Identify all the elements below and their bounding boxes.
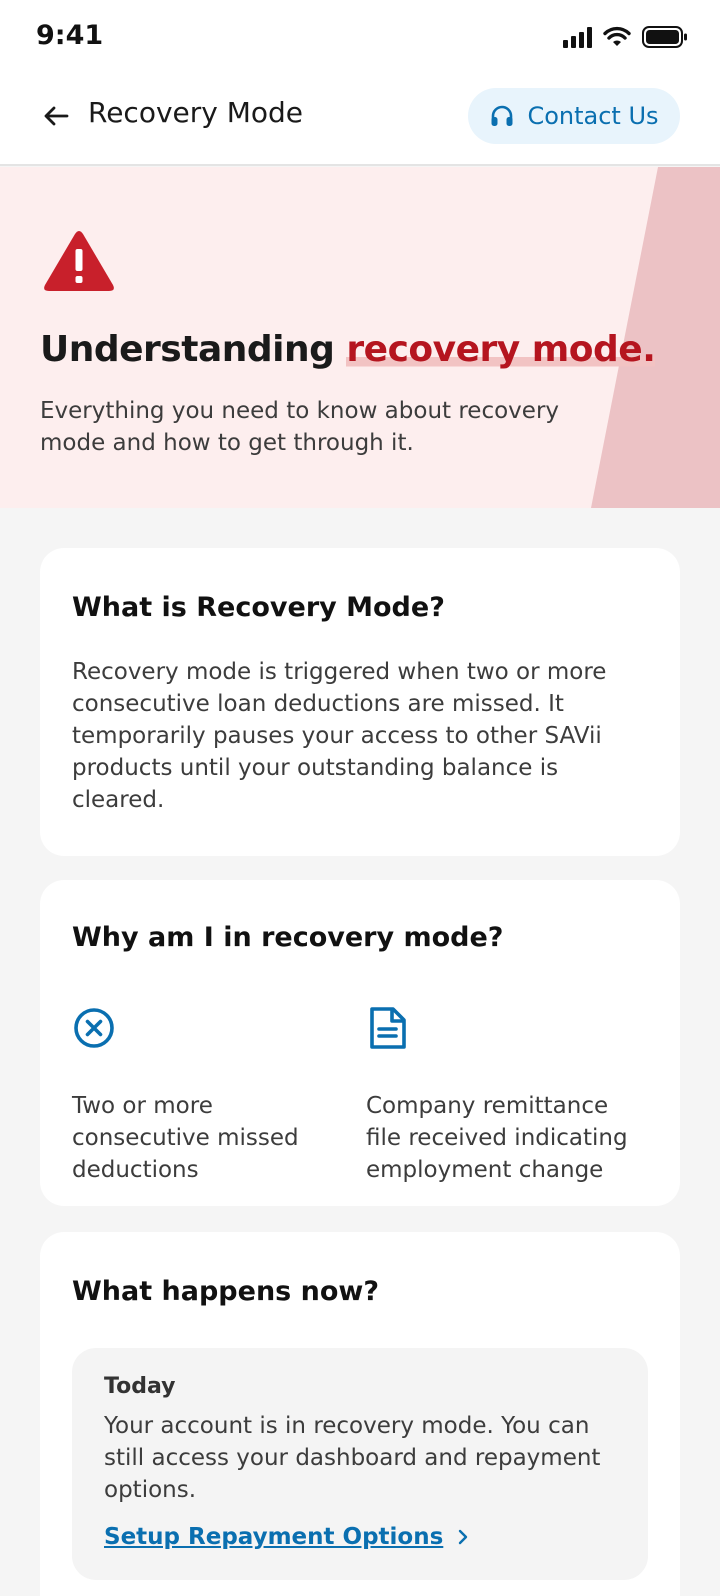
warning-icon: [44, 231, 114, 291]
hero-banner: Understanding recovery mode. Everything …: [0, 167, 720, 508]
status-icons: [563, 25, 688, 49]
contact-us-label: Contact Us: [527, 102, 659, 130]
back-button[interactable]: [38, 98, 74, 134]
headset-icon: [491, 105, 513, 126]
what-is-body: Recovery mode is triggered when two or m…: [72, 659, 607, 813]
why-title: Why am I in recovery mode?: [72, 922, 504, 953]
why-card: Why am I in recovery mode? Two or more c…: [40, 880, 680, 1206]
app-header: Recovery Mode Contact Us: [0, 76, 720, 166]
status-bar: 9:41: [0, 0, 720, 76]
hero-title-accent: recovery mode.: [346, 329, 656, 370]
status-time: 9:41: [36, 20, 104, 51]
what-is-card: What is Recovery Mode? Recovery mode is …: [40, 548, 680, 856]
setup-repayment-link[interactable]: Setup Repayment Options: [104, 1524, 469, 1550]
page-title: Recovery Mode: [88, 96, 304, 129]
step-label: Today: [104, 1374, 176, 1399]
step-text: Your account is in recovery mode. You ca…: [104, 1413, 601, 1503]
hero-subtitle: Everything you need to know about recove…: [40, 398, 560, 456]
what-now-card: What happens now? Today Your account is …: [40, 1232, 680, 1596]
hero-title-prefix: Understanding: [40, 329, 347, 370]
contact-us-button[interactable]: Contact Us: [468, 88, 680, 144]
hero-title: Understanding recovery mode.: [40, 329, 656, 370]
what-now-title: What happens now?: [72, 1276, 380, 1307]
cellular-signal-icon: [563, 26, 592, 48]
x-circle-icon: [74, 1008, 114, 1048]
what-is-title: What is Recovery Mode?: [72, 592, 445, 623]
wifi-icon: [603, 26, 631, 46]
document-icon: [370, 1007, 406, 1049]
battery-icon: [642, 26, 687, 48]
setup-repayment-label: Setup Repayment Options: [104, 1524, 444, 1550]
timeline-step-today: Today Your account is in recovery mode. …: [72, 1348, 648, 1580]
arrow-left-icon: [44, 106, 69, 126]
chevron-right-icon: [459, 1529, 468, 1545]
reason-text: Two or more consecutive missed deduction…: [72, 1093, 299, 1183]
reason-text: Company remittance file received indicat…: [366, 1093, 628, 1183]
